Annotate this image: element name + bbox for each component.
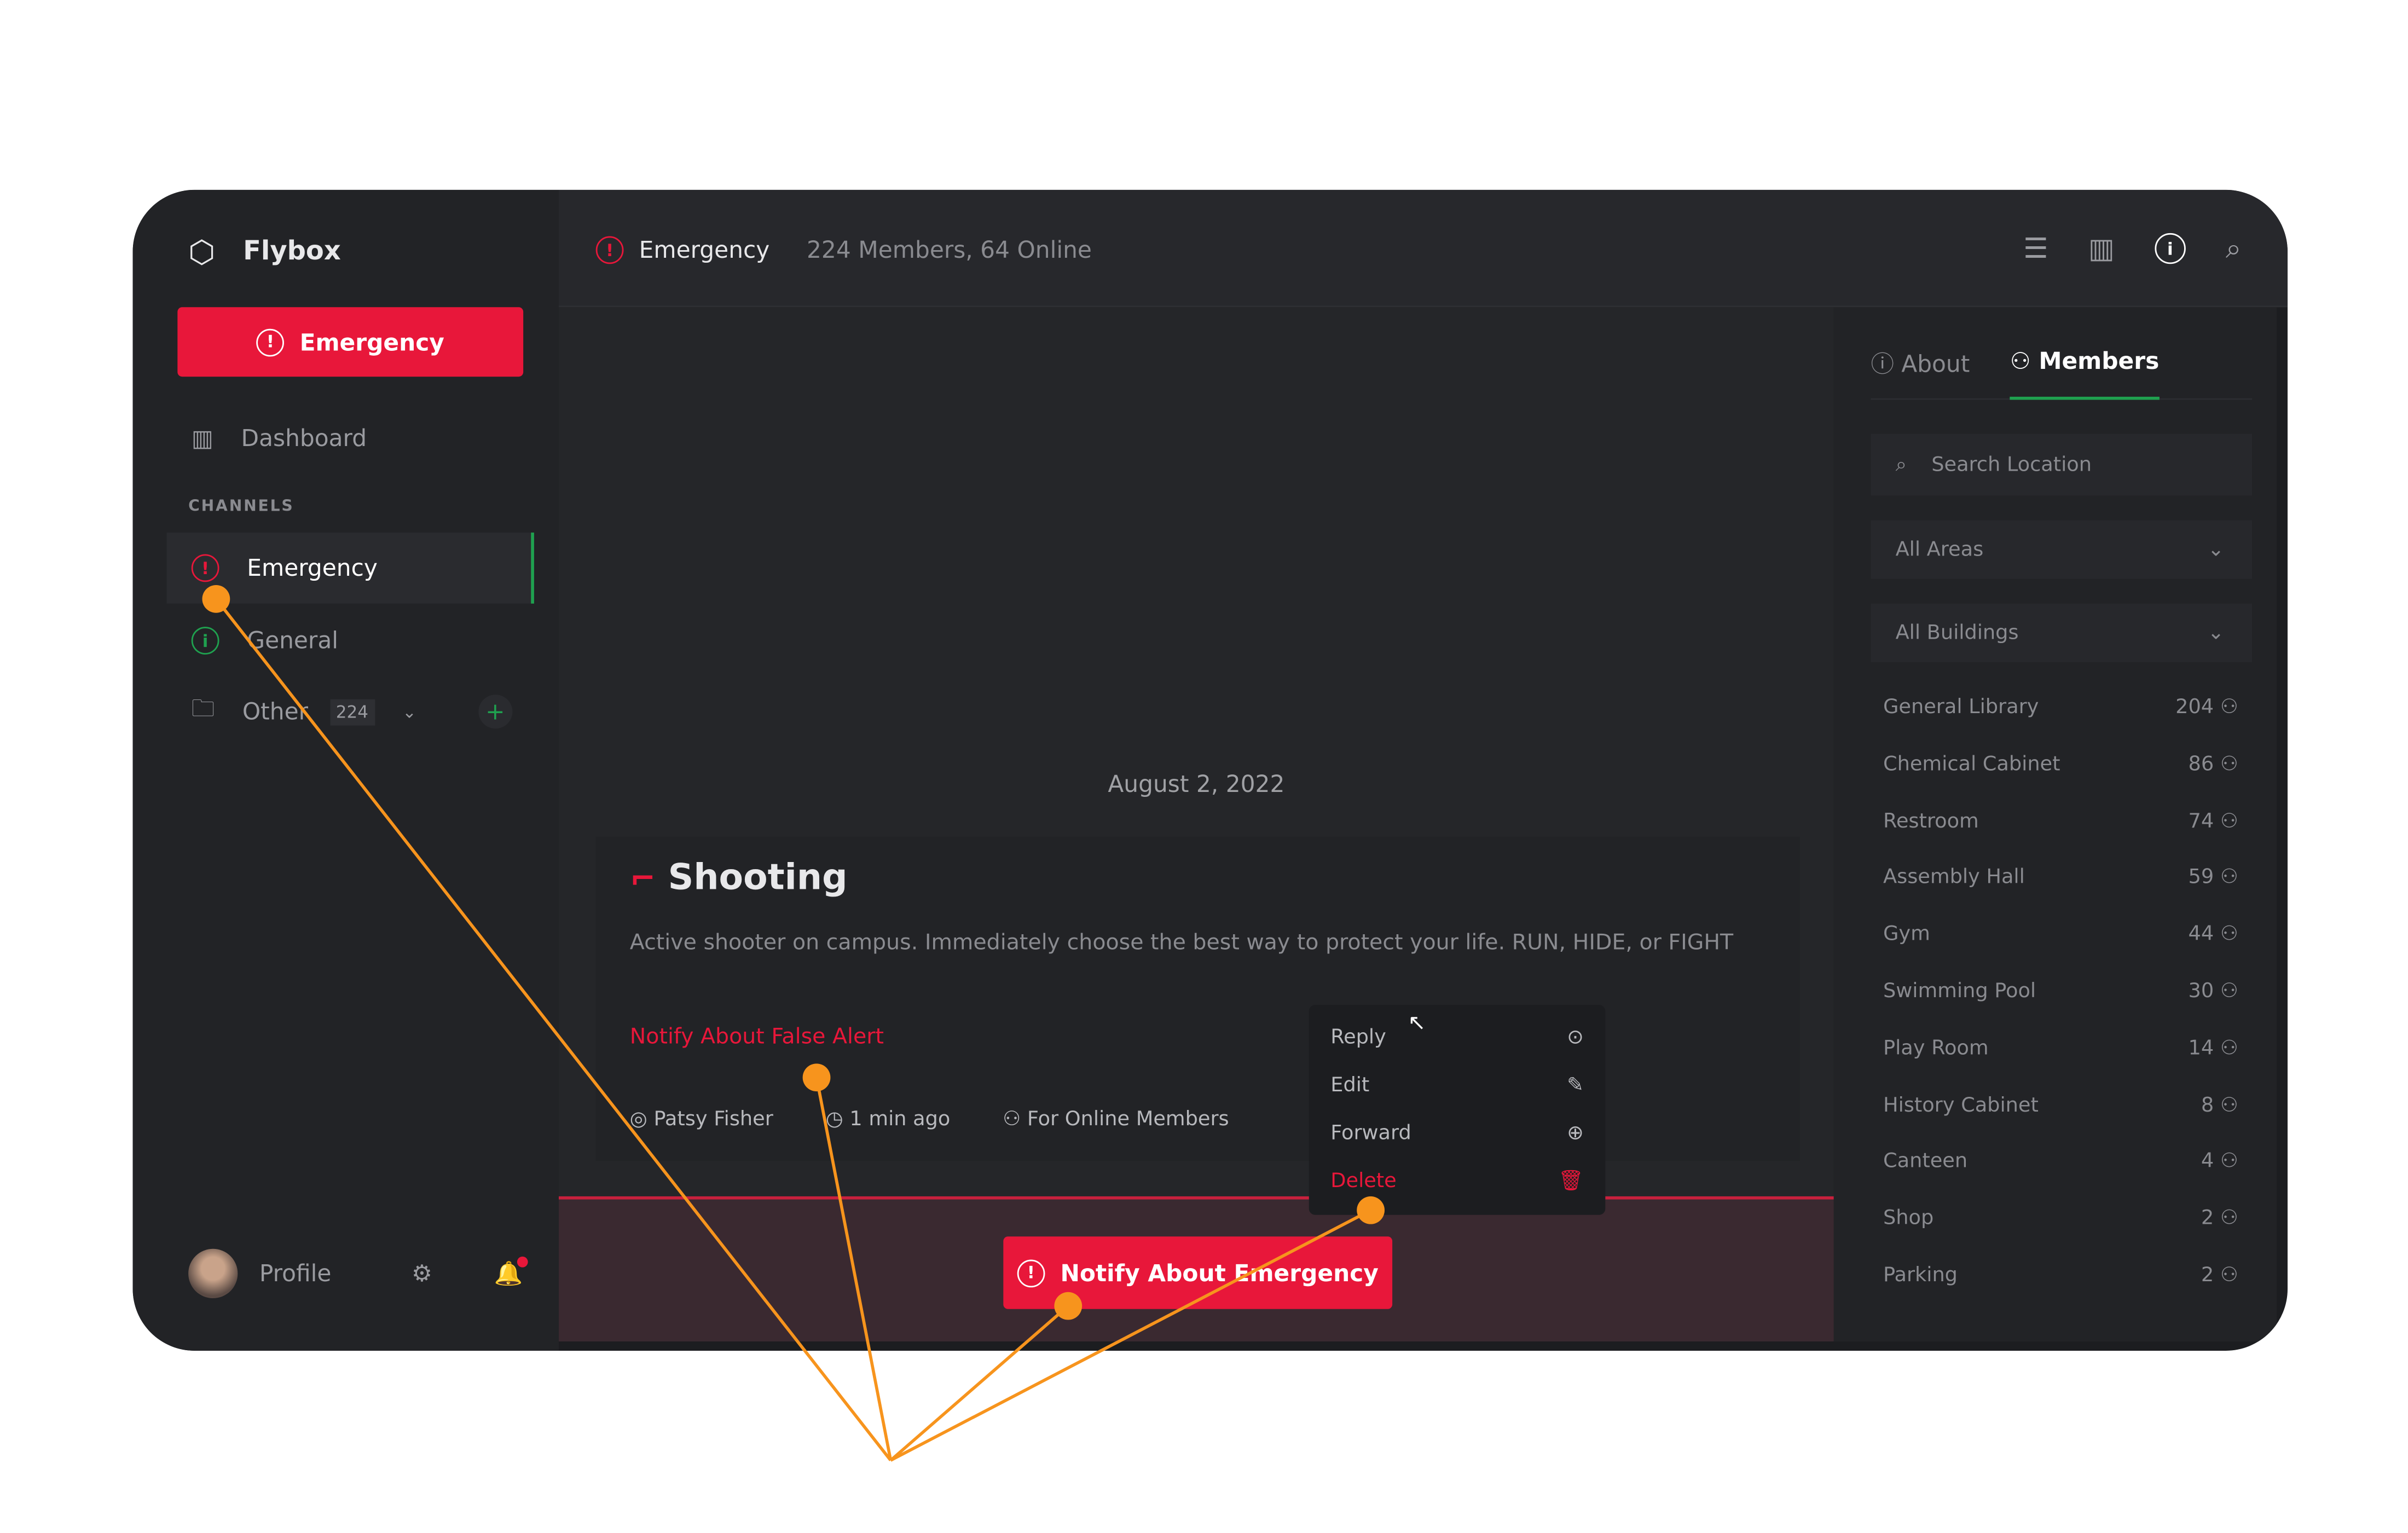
annotation-marker [1054, 1292, 1083, 1320]
annotation-marker [802, 1063, 831, 1092]
annotation-marker [1357, 1196, 1385, 1224]
annotation-lines [202, 585, 1385, 1462]
annotation-marker [202, 585, 230, 613]
